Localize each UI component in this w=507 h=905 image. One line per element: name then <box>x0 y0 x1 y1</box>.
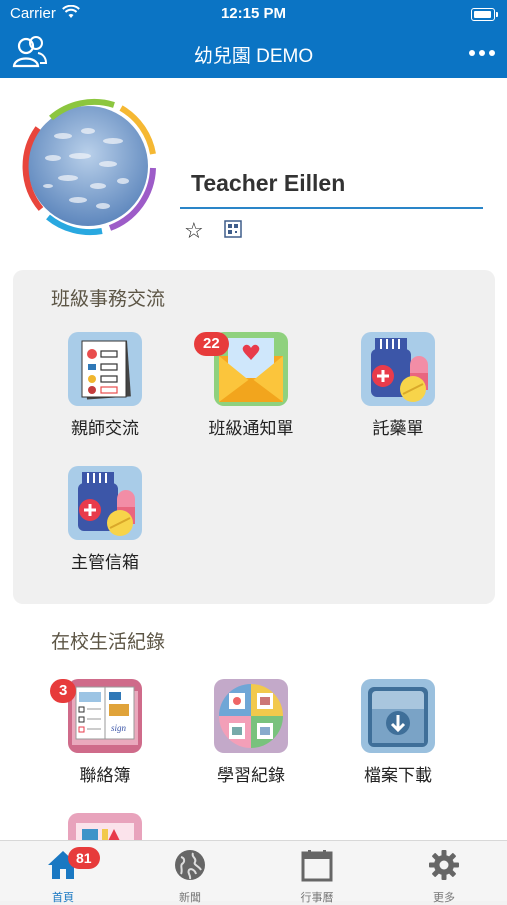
tile-label: 聯絡簿 <box>79 766 131 785</box>
tile-file-download[interactable]: 檔案下載 <box>343 679 453 786</box>
nav-bar: 幼兒園 DEMO <box>0 28 507 78</box>
tab-label: 更多 <box>433 892 455 904</box>
medicine-bottle-icon <box>68 466 142 540</box>
learning-wheel-icon <box>214 679 288 753</box>
tab-more[interactable]: 更多 <box>381 841 507 904</box>
teacher-name-text: Teacher Eillen <box>191 170 346 196</box>
notification-badge: 81 <box>68 847 100 869</box>
tile-contact-book[interactable]: sign 3 聯絡簿 <box>50 679 160 786</box>
tile-label: 檔案下載 <box>364 766 432 785</box>
tab-calendar[interactable]: 行事曆 <box>254 841 380 904</box>
medicine-bottle-icon <box>361 332 435 406</box>
envelope-heart-icon: 22 <box>194 332 288 406</box>
more-options-icon[interactable] <box>469 50 495 56</box>
page-title: 幼兒園 DEMO <box>193 46 314 67</box>
star-icon[interactable]: ☆ <box>184 218 204 244</box>
avatar[interactable] <box>18 96 158 236</box>
tab-label: 新聞 <box>179 892 201 904</box>
download-folder-icon <box>361 679 435 753</box>
calendar-icon <box>301 850 333 882</box>
partial-tile-icon <box>68 813 142 840</box>
notification-badge: 3 <box>50 679 77 703</box>
tile-label: 親師交流 <box>71 419 139 438</box>
tile-supervisor-mailbox[interactable]: 主管信箱 <box>50 466 160 573</box>
qr-code-icon[interactable] <box>224 220 242 238</box>
tile-label: 學習紀錄 <box>217 766 285 785</box>
svg-text:sign: sign <box>111 723 127 733</box>
battery-icon <box>471 8 498 21</box>
tile-learning-record[interactable]: 學習紀錄 <box>196 679 306 786</box>
school-life-section: 在校生活紀錄 sign 3 聯絡簿 學習紀錄 檔案下載 <box>13 613 495 840</box>
notification-badge: 22 <box>194 332 229 356</box>
tile-label: 主管信箱 <box>71 553 139 572</box>
main-content: Teacher Eillen ☆ 班級事務交流 親師交流 22 班級通知單 託藥… <box>0 78 507 840</box>
status-bar: Carrier 12:15 PM <box>0 0 507 28</box>
contact-book-icon: sign 3 <box>50 679 142 753</box>
tile-parent-teacher[interactable]: 親師交流 <box>50 332 160 439</box>
status-time: 12:15 PM <box>220 5 287 22</box>
tile-class-notice[interactable]: 22 班級通知單 <box>194 332 306 439</box>
tab-news[interactable]: 新聞 <box>127 841 253 904</box>
tile-medicine-form[interactable]: 託藥單 <box>343 332 453 439</box>
tab-home[interactable]: 81 首頁 <box>0 841 126 904</box>
tile-label: 託藥單 <box>372 419 424 438</box>
tab-label: 行事曆 <box>300 892 334 904</box>
tile-label: 班級通知單 <box>208 419 294 438</box>
checklist-icon <box>68 332 142 406</box>
globe-icon <box>175 850 205 880</box>
gear-icon <box>429 850 459 880</box>
teacher-name: Teacher Eillen <box>180 170 483 209</box>
class-affairs-section: 班級事務交流 親師交流 22 班級通知單 託藥單 主管信箱 <box>13 270 495 604</box>
tab-bar: 81 首頁 新聞 行事曆 更多 <box>0 840 507 904</box>
section-title: 在校生活紀錄 <box>51 632 166 653</box>
tile-partial[interactable] <box>50 813 160 840</box>
tab-label: 首頁 <box>52 892 74 904</box>
section-title: 班級事務交流 <box>51 289 166 310</box>
